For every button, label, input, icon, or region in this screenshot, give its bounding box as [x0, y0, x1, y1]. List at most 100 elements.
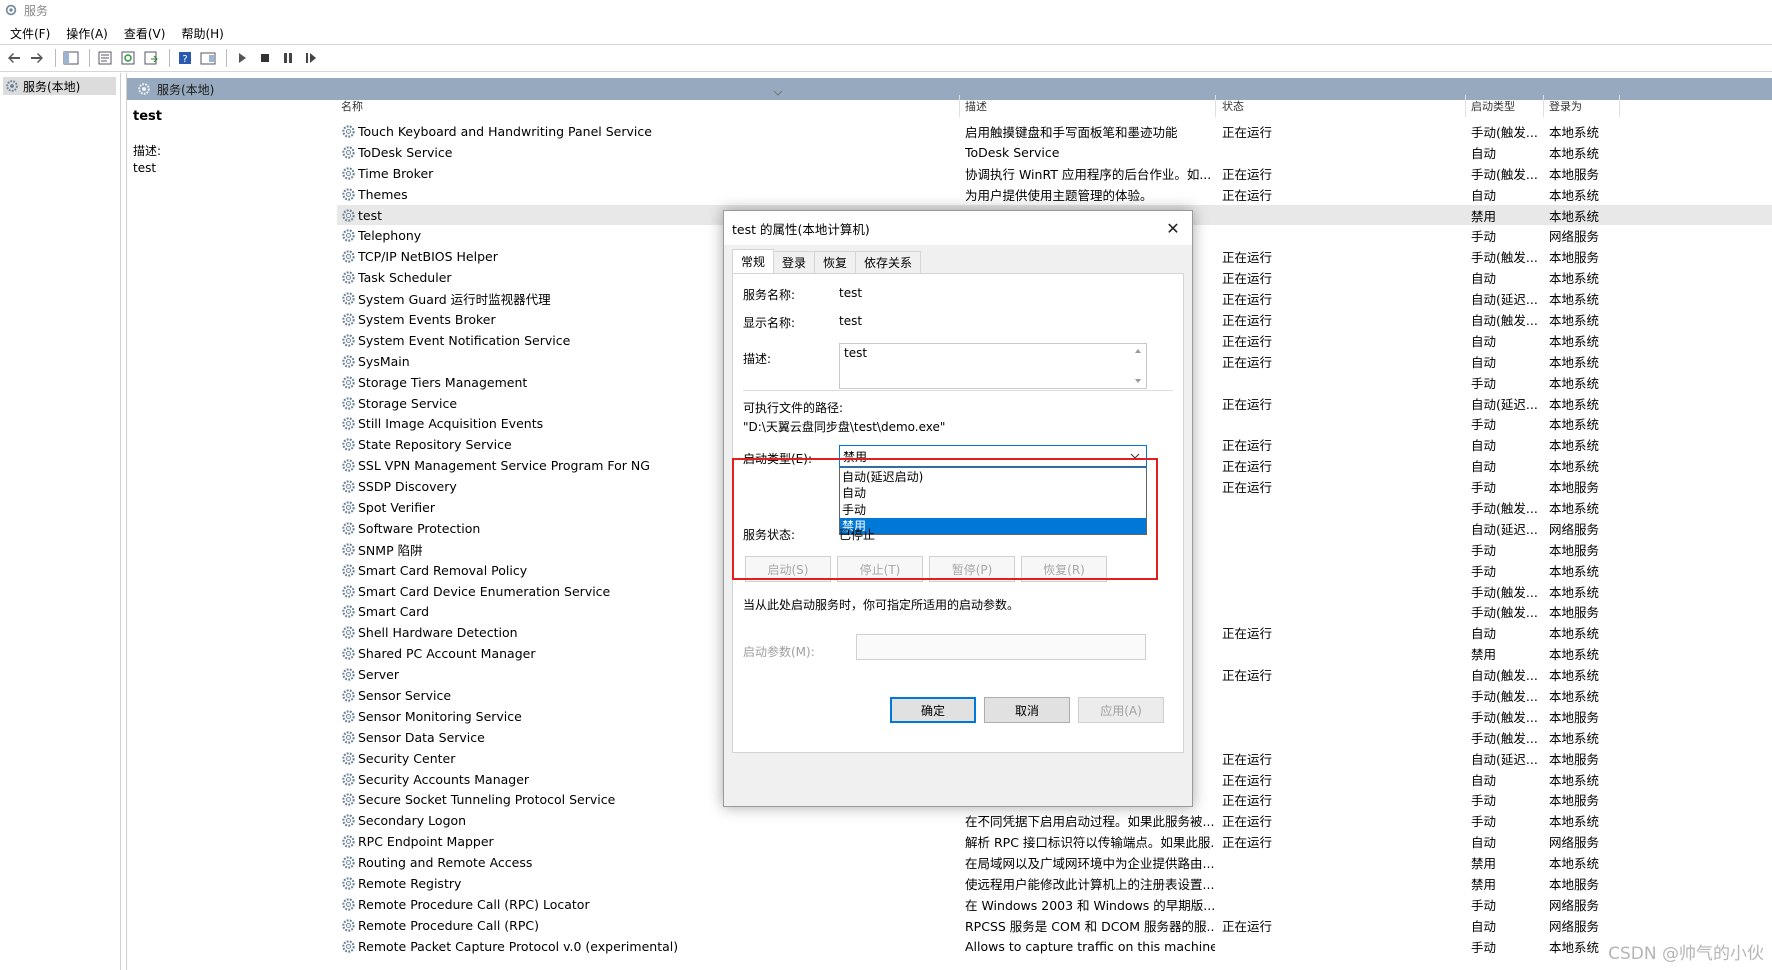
service-logon-cell: 网络服务 — [1549, 835, 1600, 851]
service-name: Sensor Data Service — [358, 729, 485, 745]
column-separator[interactable] — [1543, 95, 1544, 117]
tree-item-services-local[interactable]: 服务(本地) — [3, 77, 116, 95]
column-separator[interactable] — [1215, 95, 1216, 117]
service-name: Themes — [358, 186, 408, 202]
service-startup-cell: 自动(延迟... — [1471, 292, 1538, 308]
show-hide-pane-icon[interactable] — [198, 48, 218, 68]
help-icon[interactable]: ? — [175, 48, 195, 68]
menu-action[interactable]: 操作(A) — [66, 25, 108, 42]
column-header-status[interactable]: 状态 — [1222, 95, 1244, 117]
display-name-label: 显示名称: — [743, 316, 796, 330]
service-startup-cell: 手动(触发... — [1471, 605, 1538, 621]
service-name: Shell Hardware Detection — [358, 625, 518, 641]
tab-log-on[interactable]: 登录 — [773, 251, 816, 273]
table-row[interactable]: Secondary Logon 在不同凭据下启用启动过程。如果此服务被... 正在运… — [337, 810, 1772, 831]
service-name-cell: ToDesk Service — [341, 145, 941, 160]
restart-service-icon[interactable] — [301, 48, 321, 68]
table-row[interactable]: RPC Endpoint Mapper 解析 RPC 接口标识符以传输端点。如果此… — [337, 831, 1772, 852]
service-name-cell: Remote Packet Capture Protocol v.0 (expe… — [341, 939, 941, 954]
service-name: Smart Card Device Enumeration Service — [358, 583, 611, 599]
forward-icon[interactable] — [27, 48, 47, 68]
menu-view[interactable]: 查看(V) — [124, 25, 166, 42]
column-header-description[interactable]: 描述 — [965, 95, 987, 117]
refresh-icon[interactable] — [118, 48, 138, 68]
table-row[interactable]: Remote Procedure Call (RPC) RPCSS 服务是 COM… — [337, 915, 1772, 936]
table-row[interactable]: Remote Procedure Call (RPC) Locator 在 Win… — [337, 894, 1772, 915]
service-logon-cell: 网络服务 — [1549, 521, 1600, 537]
service-logon-cell: 本地系统 — [1549, 668, 1600, 684]
service-gear-icon — [342, 480, 355, 493]
service-gear-icon — [342, 459, 355, 472]
service-gear-icon — [342, 375, 355, 389]
back-icon[interactable] — [4, 48, 24, 68]
service-logon-cell: 本地系统 — [1549, 145, 1600, 161]
ok-button[interactable]: 确定 — [890, 697, 976, 723]
table-row[interactable]: Time Broker 协调执行 WinRT 应用程序的后台作业。如... 正在运行… — [337, 163, 1772, 184]
service-description-cell: 启用触摸键盘和手写面板笔和墨迹功能 — [965, 124, 1178, 140]
description-label: 描述: — [743, 352, 772, 366]
service-status-cell: 正在运行 — [1222, 333, 1273, 349]
column-separator[interactable] — [1619, 95, 1620, 117]
service-logon-cell: 本地系统 — [1549, 814, 1600, 830]
service-startup-cell: 禁用 — [1471, 647, 1497, 663]
service-name: test — [358, 207, 383, 223]
service-startup-cell: 自动(触发... — [1471, 312, 1538, 328]
cancel-button[interactable]: 取消 — [984, 697, 1070, 723]
dialog-title: test 的属性(本地计算机) — [732, 221, 870, 237]
service-gear-icon — [342, 898, 355, 911]
stop-service-icon[interactable] — [255, 48, 275, 68]
close-icon[interactable]: ✕ — [1162, 217, 1184, 239]
column-header-startup-type[interactable]: 启动类型 — [1471, 95, 1515, 117]
service-logon-cell: 本地系统 — [1549, 563, 1600, 579]
tab-recovery[interactable]: 恢复 — [814, 251, 857, 273]
description-scrollbar[interactable] — [1131, 345, 1145, 387]
table-row[interactable]: ToDesk Service ToDesk Service 自动 本地系统 — [337, 142, 1772, 163]
tab-dependencies[interactable]: 依存关系 — [855, 251, 922, 273]
table-row[interactable]: Remote Packet Capture Protocol v.0 (expe… — [337, 936, 1772, 957]
service-gear-icon — [342, 626, 355, 639]
service-gear-icon — [342, 250, 355, 263]
service-startup-cell: 手动 — [1471, 563, 1497, 579]
description-field[interactable]: test — [839, 343, 1147, 389]
properties-icon[interactable] — [95, 48, 115, 68]
table-row[interactable]: Themes 为用户提供使用主题管理的体验。 正在运行 自动 本地系统 — [337, 184, 1772, 205]
start-params-input[interactable] — [856, 634, 1146, 660]
service-name: Smart Card Removal Policy — [358, 562, 528, 578]
start-service-icon[interactable] — [232, 48, 252, 68]
service-status-cell: 正在运行 — [1222, 250, 1273, 266]
service-startup-cell: 手动(触发... — [1471, 250, 1538, 266]
service-gear-icon — [342, 167, 355, 180]
service-logon-cell: 本地服务 — [1549, 877, 1600, 892]
service-status-cell: 正在运行 — [1222, 459, 1273, 475]
pause-service-icon[interactable] — [278, 48, 298, 68]
column-separator[interactable] — [959, 95, 960, 117]
column-header-log-on-as[interactable]: 登录为 — [1549, 95, 1582, 117]
menu-file[interactable]: 文件(F) — [10, 25, 50, 42]
service-startup-cell: 手动(触发... — [1471, 709, 1538, 725]
console-tree-icon[interactable] — [61, 48, 81, 68]
service-logon-cell: 本地系统 — [1549, 375, 1600, 391]
service-status-cell: 正在运行 — [1222, 814, 1273, 830]
service-gear-icon — [342, 689, 355, 702]
column-header-name[interactable]: 名称 — [341, 95, 363, 117]
service-gear-icon — [342, 814, 355, 828]
service-logon-cell: 网络服务 — [1549, 229, 1600, 245]
menu-divider — [0, 44, 1772, 45]
service-gear-icon — [342, 710, 355, 723]
table-row[interactable]: Touch Keyboard and Handwriting Panel Ser… — [337, 121, 1772, 142]
service-name-cell: Remote Procedure Call (RPC) — [341, 918, 941, 933]
table-row[interactable]: Routing and Remote Access 在局域网以及广域网环境中为企业… — [337, 852, 1772, 873]
table-row[interactable]: Remote Registry 使远程用户能修改此计算机上的注册表设置... 禁用 本… — [337, 873, 1772, 894]
service-startup-cell: 自动 — [1471, 772, 1497, 788]
menu-help[interactable]: 帮助(H) — [181, 25, 223, 42]
service-description-cell: 使远程用户能修改此计算机上的注册表设置... — [965, 877, 1215, 892]
service-status-cell: 正在运行 — [1222, 292, 1273, 308]
column-separator[interactable] — [1465, 95, 1466, 117]
service-name: State Repository Service — [358, 437, 512, 453]
service-logon-cell: 本地系统 — [1549, 417, 1600, 433]
export-list-icon[interactable] — [141, 48, 161, 68]
service-name: Still Image Acquisition Events — [358, 416, 544, 432]
service-status-cell: 正在运行 — [1222, 772, 1273, 788]
apply-button[interactable]: 应用(A) — [1078, 697, 1164, 723]
tab-general[interactable]: 常规 — [732, 249, 775, 273]
